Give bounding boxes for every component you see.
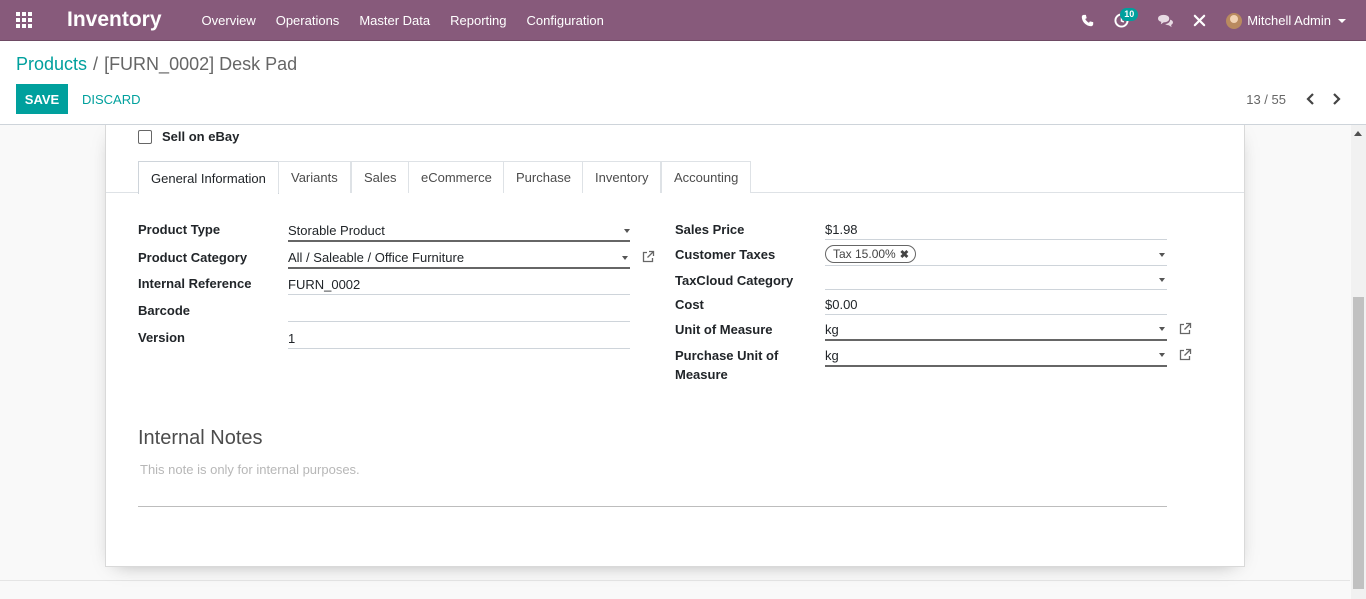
purchase-uom-label-line2: Measure xyxy=(675,367,728,382)
cost-label: Cost xyxy=(675,297,704,312)
sell-on-ebay-row: Sell on eBay xyxy=(138,129,239,144)
tab-variants[interactable]: Variants xyxy=(278,161,351,193)
chevron-down-icon xyxy=(1338,18,1346,23)
taxcloud-category-label: TaxCloud Category xyxy=(675,273,794,288)
chevron-down-icon xyxy=(1159,253,1165,257)
menu-reporting[interactable]: Reporting xyxy=(440,0,516,41)
discard-button[interactable]: DISCARD xyxy=(76,84,147,114)
main-menu: Overview Operations Master Data Reportin… xyxy=(192,0,614,41)
pager-value[interactable]: 13 / 55 xyxy=(1246,92,1286,107)
barcode-input[interactable] xyxy=(288,303,630,322)
unit-of-measure-field[interactable]: kg xyxy=(825,322,1167,341)
sales-price-input[interactable]: $1.98 xyxy=(825,222,1167,240)
user-name: Mitchell Admin xyxy=(1247,13,1331,28)
chevron-down-icon xyxy=(622,256,628,260)
internal-reference-input[interactable]: FURN_0002 xyxy=(288,277,630,295)
scrollbar[interactable] xyxy=(1351,125,1366,599)
app-title[interactable]: Inventory xyxy=(67,8,162,32)
scroll-up-arrow-icon[interactable] xyxy=(1354,131,1362,136)
activity-count-badge: 10 xyxy=(1120,8,1139,21)
sales-price-label: Sales Price xyxy=(675,222,745,237)
control-panel: Products / [FURN_0002] Desk Pad SAVE DIS… xyxy=(0,41,1366,125)
breadcrumb-current: [FURN_0002] Desk Pad xyxy=(104,54,298,74)
chevron-down-icon xyxy=(1159,327,1165,331)
tab-ecommerce[interactable]: eCommerce xyxy=(408,161,505,193)
barcode-label: Barcode xyxy=(138,303,191,318)
purchase-uom-field[interactable]: kg xyxy=(825,348,1167,367)
pager-next-button[interactable] xyxy=(1326,90,1346,108)
apps-menu-button[interactable] xyxy=(0,0,50,41)
remove-tag-icon[interactable]: ✖ xyxy=(900,248,909,261)
menu-configuration[interactable]: Configuration xyxy=(517,0,614,41)
product-category-label: Product Category xyxy=(138,250,248,265)
scrollbar-thumb[interactable] xyxy=(1353,297,1364,589)
activity-clock-icon[interactable]: 10 xyxy=(1106,0,1139,41)
chevron-down-icon xyxy=(1159,353,1165,357)
menu-operations[interactable]: Operations xyxy=(266,0,350,41)
divider xyxy=(138,506,1167,507)
pager: 13 / 55 xyxy=(1246,90,1346,108)
external-link-icon[interactable] xyxy=(1178,322,1192,336)
avatar xyxy=(1226,12,1243,29)
external-link-icon[interactable] xyxy=(1178,348,1192,362)
tax-tag-label: Tax 15.00% xyxy=(833,247,896,261)
tab-sales[interactable]: Sales xyxy=(351,161,410,193)
tab-general-information[interactable]: General Information xyxy=(138,161,279,194)
sell-on-ebay-label[interactable]: Sell on eBay xyxy=(162,129,239,144)
purchase-uom-label: Purchase Unit of xyxy=(675,348,779,363)
tab-purchase[interactable]: Purchase xyxy=(503,161,584,193)
phone-icon[interactable] xyxy=(1072,0,1102,41)
breadcrumb-products-link[interactable]: Products xyxy=(16,54,87,75)
cost-input[interactable]: $0.00 xyxy=(825,297,1167,315)
version-input[interactable]: 1 xyxy=(288,331,630,349)
tab-accounting[interactable]: Accounting xyxy=(661,161,752,193)
chat-icon[interactable] xyxy=(1150,0,1180,41)
product-type-label: Product Type xyxy=(138,222,221,237)
unit-of-measure-label: Unit of Measure xyxy=(675,322,773,337)
chevron-down-icon xyxy=(1159,278,1165,282)
product-category-field[interactable]: All / Saleable / Office Furniture xyxy=(288,250,630,269)
divider xyxy=(0,580,1350,581)
menu-master-data[interactable]: Master Data xyxy=(349,0,440,41)
chevron-right-icon xyxy=(1332,93,1341,105)
notebook-tabs: General Information Variants Sales eComm… xyxy=(106,161,1244,194)
external-link-icon[interactable] xyxy=(641,250,655,264)
save-button[interactable]: SAVE xyxy=(16,84,68,114)
form-view: Sell on eBay General Information Variant… xyxy=(0,125,1366,599)
chevron-left-icon xyxy=(1305,93,1314,105)
customer-taxes-label: Customer Taxes xyxy=(675,247,776,262)
form-sheet: Sell on eBay General Information Variant… xyxy=(105,125,1245,567)
menu-overview[interactable]: Overview xyxy=(192,0,266,41)
version-label: Version xyxy=(138,330,185,345)
internal-notes-title: Internal Notes xyxy=(138,427,263,449)
internal-reference-label: Internal Reference xyxy=(138,276,252,291)
chevron-down-icon xyxy=(624,229,630,233)
top-navbar: Inventory Overview Operations Master Dat… xyxy=(0,0,1366,41)
product-type-select[interactable]: Storable Product xyxy=(288,223,630,242)
pager-previous-button[interactable] xyxy=(1300,90,1320,108)
sell-on-ebay-checkbox[interactable] xyxy=(138,129,152,144)
user-menu[interactable]: Mitchell Admin xyxy=(1216,0,1366,41)
apps-grid-icon xyxy=(16,12,34,28)
breadcrumb-separator: / xyxy=(93,54,99,74)
breadcrumb: Products / [FURN_0002] Desk Pad xyxy=(16,54,297,75)
tax-tag[interactable]: Tax 15.00% ✖ xyxy=(825,245,916,263)
taxcloud-category-select[interactable] xyxy=(825,272,1167,290)
debug-tools-icon[interactable] xyxy=(1184,0,1214,41)
internal-notes-input[interactable]: This note is only for internal purposes. xyxy=(140,462,360,477)
tab-inventory[interactable]: Inventory xyxy=(582,161,662,193)
